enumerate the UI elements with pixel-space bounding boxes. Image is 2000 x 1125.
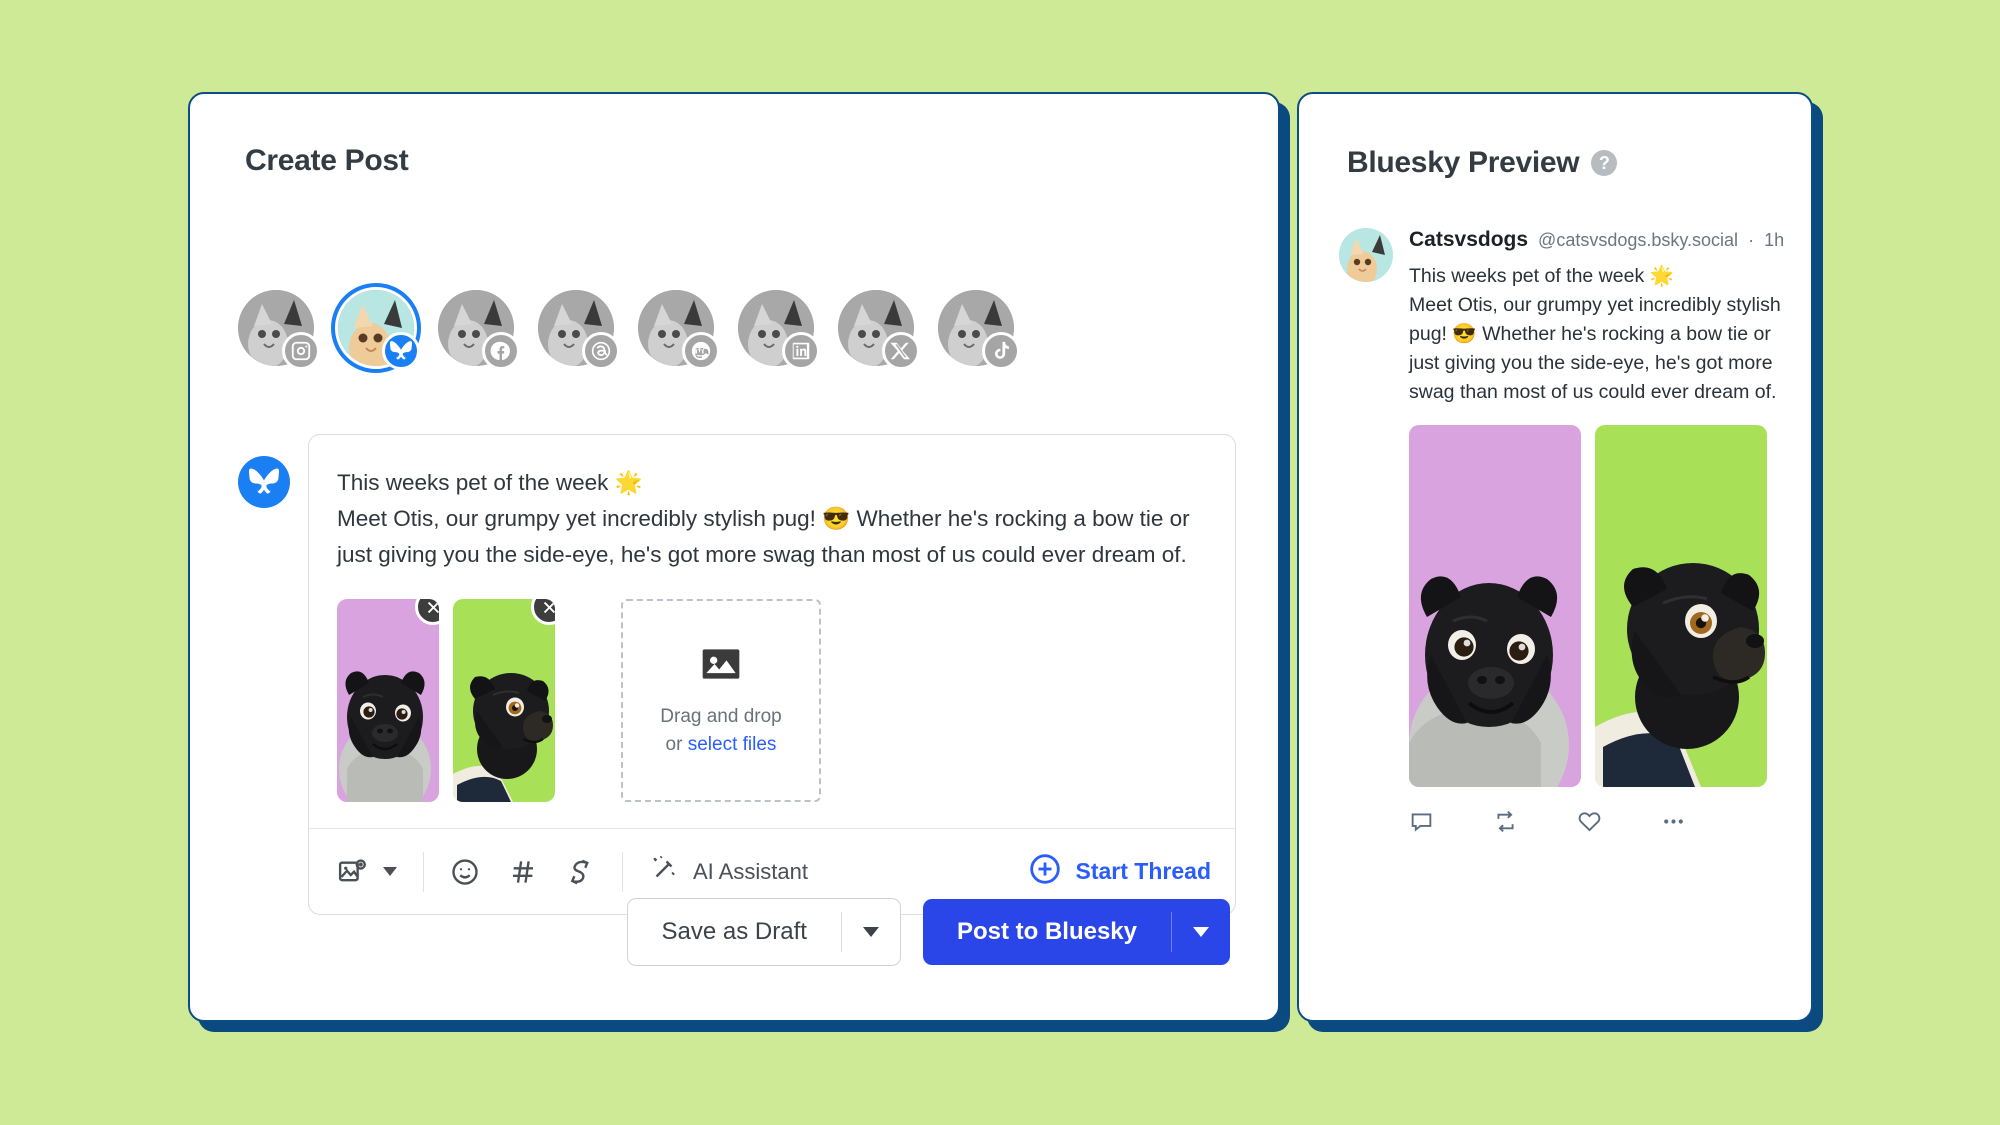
preview-post-actions [1409, 809, 1784, 839]
create-post-card: Create Post This weeks pet of the week 🌟… [188, 92, 1280, 1022]
media-thumbnail[interactable] [453, 599, 555, 802]
hashtag-icon[interactable] [508, 857, 538, 887]
mastodon-icon [682, 332, 720, 370]
repost-icon [1493, 809, 1518, 839]
chevron-down-icon [1193, 927, 1209, 937]
preview-display-name: Catsvsdogs [1409, 228, 1529, 251]
preview-post-text: This weeks pet of the week 🌟 Meet Otis, … [1409, 265, 1781, 403]
post-composer[interactable]: This weeks pet of the week 🌟 Meet Otis, … [308, 434, 1236, 915]
account-selector-row [238, 283, 1020, 373]
account-chip-bluesky[interactable] [331, 283, 421, 373]
toolbar-divider [423, 851, 424, 892]
preview-handle: @catsvsdogs.bsky.social [1538, 230, 1739, 250]
preview-header: Bluesky Preview ? [1347, 146, 1618, 180]
media-thumbnail[interactable] [337, 599, 439, 802]
shuffle-icon[interactable] [566, 857, 596, 887]
bluesky-icon [382, 332, 420, 370]
account-chip-instagram[interactable] [238, 290, 320, 370]
start-thread-label: Start Thread [1075, 858, 1211, 884]
save-as-draft-label: Save as Draft [661, 918, 807, 945]
toolbar-divider [622, 851, 623, 892]
media-attachments: Drag and drop or select files [309, 573, 1235, 828]
dropzone-line2: or select files [660, 731, 781, 759]
page-title: Create Post [245, 144, 409, 177]
x-icon [882, 332, 920, 370]
account-chip-threads[interactable] [538, 290, 620, 370]
account-chip-x[interactable] [838, 290, 920, 370]
magic-wand-icon [649, 854, 679, 889]
image-icon [699, 642, 743, 691]
reply-button[interactable] [1409, 809, 1493, 839]
post-to-bluesky-dropdown[interactable] [1172, 899, 1230, 965]
ai-assistant-label: AI Assistant [693, 858, 808, 884]
preview-media-image[interactable] [1409, 425, 1581, 787]
post-to-bluesky-label: Post to Bluesky [956, 918, 1137, 945]
composer-wrapper: This weeks pet of the week 🌟 Meet Otis, … [238, 434, 1236, 915]
select-files-link[interactable]: select files [688, 734, 777, 755]
footer-actions: Save as Draft Post to Bluesky [626, 898, 1230, 966]
preview-post-content: Catsvsdogs @catsvsdogs.bsky.social · 1h … [1409, 228, 1784, 839]
image-add-icon[interactable] [337, 857, 367, 887]
dropzone-prefix: or [665, 734, 688, 755]
chevron-down-icon [862, 927, 879, 937]
ai-assistant-button[interactable]: AI Assistant [649, 854, 808, 889]
bluesky-preview-card: Bluesky Preview ? Catsvsdogs @catsvsdogs… [1297, 92, 1813, 1022]
media-dropzone[interactable]: Drag and drop or select files [621, 599, 821, 802]
preview-media [1409, 425, 1784, 787]
heart-icon [1577, 809, 1602, 839]
preview-media-image[interactable] [1595, 425, 1767, 787]
plus-circle-icon [1028, 852, 1062, 891]
app-root: Create Post This weeks pet of the week 🌟… [0, 0, 2000, 1125]
preview-post: Catsvsdogs @catsvsdogs.bsky.social · 1h … [1339, 228, 1784, 839]
ellipsis-icon [1661, 809, 1686, 839]
account-chip-facebook[interactable] [438, 290, 520, 370]
save-as-draft-button[interactable]: Save as Draft [626, 898, 901, 966]
instagram-icon [282, 332, 320, 370]
help-icon[interactable]: ? [1591, 150, 1618, 176]
threads-icon [582, 332, 620, 370]
preview-timestamp: 1h [1764, 230, 1785, 250]
comment-icon [1409, 809, 1434, 839]
emoji-icon[interactable] [450, 857, 480, 887]
bluesky-icon [238, 456, 290, 508]
linkedin-icon [782, 332, 820, 370]
post-text-input[interactable]: This weeks pet of the week 🌟 Meet Otis, … [337, 465, 1207, 573]
chevron-down-icon[interactable] [383, 867, 397, 876]
tiktok-icon [982, 332, 1020, 370]
start-thread-button[interactable]: Start Thread [1028, 852, 1211, 891]
preview-title: Bluesky Preview [1347, 146, 1580, 179]
account-chip-linkedin[interactable] [738, 290, 820, 370]
save-as-draft-dropdown[interactable] [842, 899, 900, 965]
facebook-icon [482, 332, 520, 370]
account-chip-tiktok[interactable] [938, 290, 1020, 370]
like-button[interactable] [1577, 809, 1661, 839]
composer-body: This weeks pet of the week 🌟 Meet Otis, … [309, 435, 1235, 573]
repost-button[interactable] [1493, 809, 1577, 839]
post-to-bluesky-button[interactable]: Post to Bluesky [922, 899, 1230, 965]
preview-separator: · [1748, 230, 1755, 250]
more-options-button[interactable] [1661, 809, 1745, 839]
dropzone-text: Drag and drop or select files [660, 703, 781, 759]
account-chip-mastodon[interactable] [638, 290, 720, 370]
avatar [1339, 228, 1393, 282]
dropzone-line1: Drag and drop [660, 706, 782, 727]
preview-post-header: Catsvsdogs @catsvsdogs.bsky.social · 1h [1409, 228, 1784, 252]
